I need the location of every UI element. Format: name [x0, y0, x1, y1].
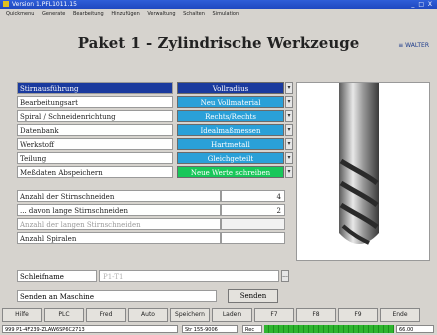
chevron-down-icon[interactable]: ▾	[285, 124, 293, 136]
menu-bar: Quickmenu Generate Bearbeitung Hinzufüge…	[0, 9, 437, 19]
numeric-input	[221, 218, 285, 230]
chevron-down-icon[interactable]: ▾	[285, 138, 293, 150]
param-select-value[interactable]: Rechts/Rechts	[177, 110, 284, 122]
menu-item-bearbeitung[interactable]: Bearbeitung	[73, 9, 104, 19]
chevron-down-icon[interactable]: ▾	[285, 110, 293, 122]
numeric-input[interactable]	[221, 232, 285, 244]
fkey-speichern[interactable]: Speichern	[170, 308, 210, 322]
send-to-machine-label: Senden an Maschine	[17, 290, 217, 302]
send-button[interactable]: Senden	[228, 289, 278, 303]
page-title: Paket 1 - Zylindrische Werkzeuge	[77, 34, 360, 52]
fkey-f9[interactable]: F9	[338, 308, 378, 322]
param-row-datenbank: Datenbank Idealmaßmessen ▾	[17, 124, 293, 136]
menu-item-verwaltung[interactable]: Verwaltung	[147, 9, 175, 19]
grinding-name-label: Schleifname	[17, 270, 97, 282]
menu-item-quickmenu[interactable]: Quickmenu	[6, 9, 34, 19]
param-select-value[interactable]: Vollradius	[177, 82, 284, 94]
fkey-f8[interactable]: F8	[296, 308, 336, 322]
param-row-messdaten: Meßdaten Abspeichern Neue Werte schreibe…	[17, 166, 293, 178]
param-label[interactable]: Teilung	[17, 152, 173, 164]
status-field-str: Str 155-9006	[182, 325, 238, 333]
fkey-auto[interactable]: Auto	[128, 308, 168, 322]
param-label[interactable]: Stirnausführung	[17, 82, 173, 94]
param-row-bearbeitungsart: Bearbeitungsart Neu Vollmaterial ▾	[17, 96, 293, 108]
fkey-f7[interactable]: F7	[254, 308, 294, 322]
menu-item-simulation[interactable]: Simulation	[213, 9, 240, 19]
numeric-row-stirnschneiden: Anzahl der Stirnschneiden 4	[17, 190, 289, 202]
param-row-spiral: Spiral / Schneidenrichtung Rechts/Rechts…	[17, 110, 293, 122]
numeric-row-anzahl-lange: Anzahl der langen Stirnschneiden	[17, 218, 289, 230]
numeric-label: Anzahl der langen Stirnschneiden	[17, 218, 221, 230]
status-field-value: 66.00	[396, 325, 434, 333]
param-select-value[interactable]: Neue Werte schreiben	[177, 166, 284, 178]
param-row-teilung: Teilung Gleichgeteilt ▾	[17, 152, 293, 164]
numeric-row-spiralen: Anzahl Spiralen	[17, 232, 289, 244]
chevron-down-icon[interactable]: ▾	[285, 166, 293, 178]
fkey-fred[interactable]: Fred	[86, 308, 126, 322]
numeric-label: Anzahl der Stirnschneiden	[17, 190, 221, 202]
fkey-hilfe[interactable]: Hilfe	[2, 308, 42, 322]
chevron-down-icon[interactable]: ▾	[285, 96, 293, 108]
numeric-input[interactable]: 2	[221, 204, 285, 216]
end-mill-image	[339, 83, 379, 245]
function-key-bar: Hilfe PLC Fred Auto Speichern Laden F7 F…	[0, 308, 437, 322]
grinding-name-row: Schleifname P1-T1 ...	[17, 270, 289, 282]
browse-button[interactable]: ...	[281, 270, 289, 282]
numeric-label: Anzahl Spiralen	[17, 232, 221, 244]
param-row-stirnausfuehrung: Stirnausführung Vollradius ▾	[17, 82, 293, 94]
menu-item-schalten[interactable]: Schalten	[183, 9, 205, 19]
numeric-label: ... davon lange Stirnschneiden	[17, 204, 221, 216]
param-select-value[interactable]: Idealmaßmessen	[177, 124, 284, 136]
status-field-program: 999 P1-4F239-ZLAW6SP6C2713	[2, 325, 178, 333]
param-label[interactable]: Spiral / Schneidenrichtung	[17, 110, 173, 122]
grinding-name-input[interactable]: P1-T1	[99, 270, 279, 282]
fkey-plc[interactable]: PLC	[44, 308, 84, 322]
tool-image-panel	[296, 82, 430, 261]
param-label[interactable]: Werkstoff	[17, 138, 173, 150]
status-field-rec: Rec	[242, 325, 262, 333]
param-label[interactable]: Bearbeitungsart	[17, 96, 173, 108]
title-bar: Version 1.PFL1011.15 _ □ X	[0, 0, 437, 9]
menu-item-generate[interactable]: Generate	[42, 9, 65, 19]
param-row-werkstoff: Werkstoff Hartmetall ▾	[17, 138, 293, 150]
chevron-down-icon[interactable]: ▾	[285, 152, 293, 164]
param-label[interactable]: Meßdaten Abspeichern	[17, 166, 173, 178]
numeric-input[interactable]: 4	[221, 190, 285, 202]
window-controls[interactable]: _ □ X	[411, 0, 433, 9]
page-header: Paket 1 - Zylindrische Werkzeuge ≡ WALTE…	[0, 19, 437, 64]
menu-item-hinzufuegen[interactable]: Hinzufügen	[111, 9, 139, 19]
param-select-value[interactable]: Hartmetall	[177, 138, 284, 150]
window-title: Version 1.PFL1011.15	[12, 1, 77, 8]
fkey-ende[interactable]: Ende	[380, 308, 420, 322]
numeric-row-lange-stirnschneiden: ... davon lange Stirnschneiden 2	[17, 204, 289, 216]
param-select-value[interactable]: Neu Vollmaterial	[177, 96, 284, 108]
walter-logo: ≡ WALTER	[398, 42, 429, 49]
app-icon	[3, 1, 9, 7]
status-progress-bar	[264, 325, 394, 333]
chevron-down-icon[interactable]: ▾	[285, 82, 293, 94]
param-select-value[interactable]: Gleichgeteilt	[177, 152, 284, 164]
fkey-laden[interactable]: Laden	[212, 308, 252, 322]
param-label[interactable]: Datenbank	[17, 124, 173, 136]
status-bar: 999 P1-4F239-ZLAW6SP6C2713 Str 155-9006 …	[0, 323, 437, 335]
